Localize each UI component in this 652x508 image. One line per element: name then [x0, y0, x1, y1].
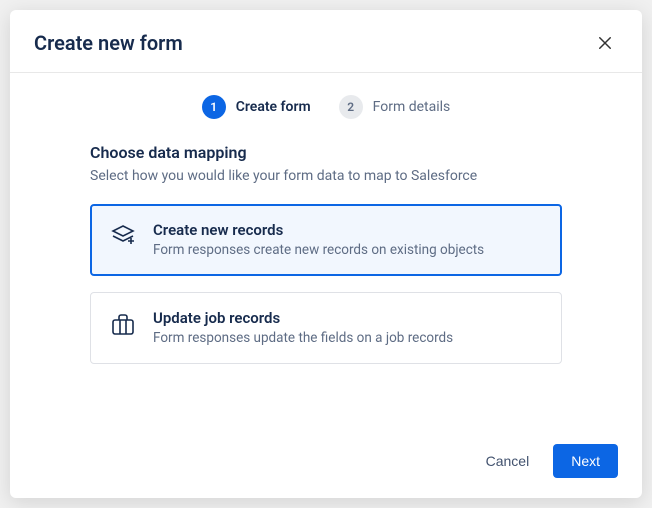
modal-header: Create new form — [10, 10, 642, 73]
modal-content: Choose data mapping Select how you would… — [10, 143, 642, 426]
cancel-button[interactable]: Cancel — [476, 445, 540, 477]
option-desc: Form responses update the fields on a jo… — [153, 329, 543, 347]
section-subtitle: Select how you would like your form data… — [90, 168, 562, 184]
option-desc: Form responses create new records on exi… — [153, 241, 543, 259]
option-title: Update job records — [153, 309, 543, 327]
create-form-modal: Create new form 1 Create form 2 Form det… — [10, 10, 642, 498]
layers-plus-icon — [109, 223, 137, 251]
section-title: Choose data mapping — [90, 143, 562, 162]
modal-title: Create new form — [34, 31, 183, 55]
close-icon — [596, 34, 614, 52]
stepper: 1 Create form 2 Form details — [10, 73, 642, 143]
step-form-details[interactable]: 2 Form details — [339, 95, 451, 119]
step-create-form[interactable]: 1 Create form — [202, 95, 311, 119]
step-label: Form details — [373, 99, 451, 115]
option-update-job-records[interactable]: Update job records Form responses update… — [90, 292, 562, 364]
briefcase-icon — [109, 311, 137, 339]
modal-footer: Cancel Next — [10, 426, 642, 498]
step-number: 2 — [339, 95, 363, 119]
next-button[interactable]: Next — [553, 444, 618, 478]
step-number: 1 — [202, 95, 226, 119]
step-label: Create form — [236, 99, 311, 115]
close-button[interactable] — [592, 30, 618, 56]
option-title: Create new records — [153, 221, 543, 239]
option-create-new-records[interactable]: Create new records Form responses create… — [90, 204, 562, 276]
